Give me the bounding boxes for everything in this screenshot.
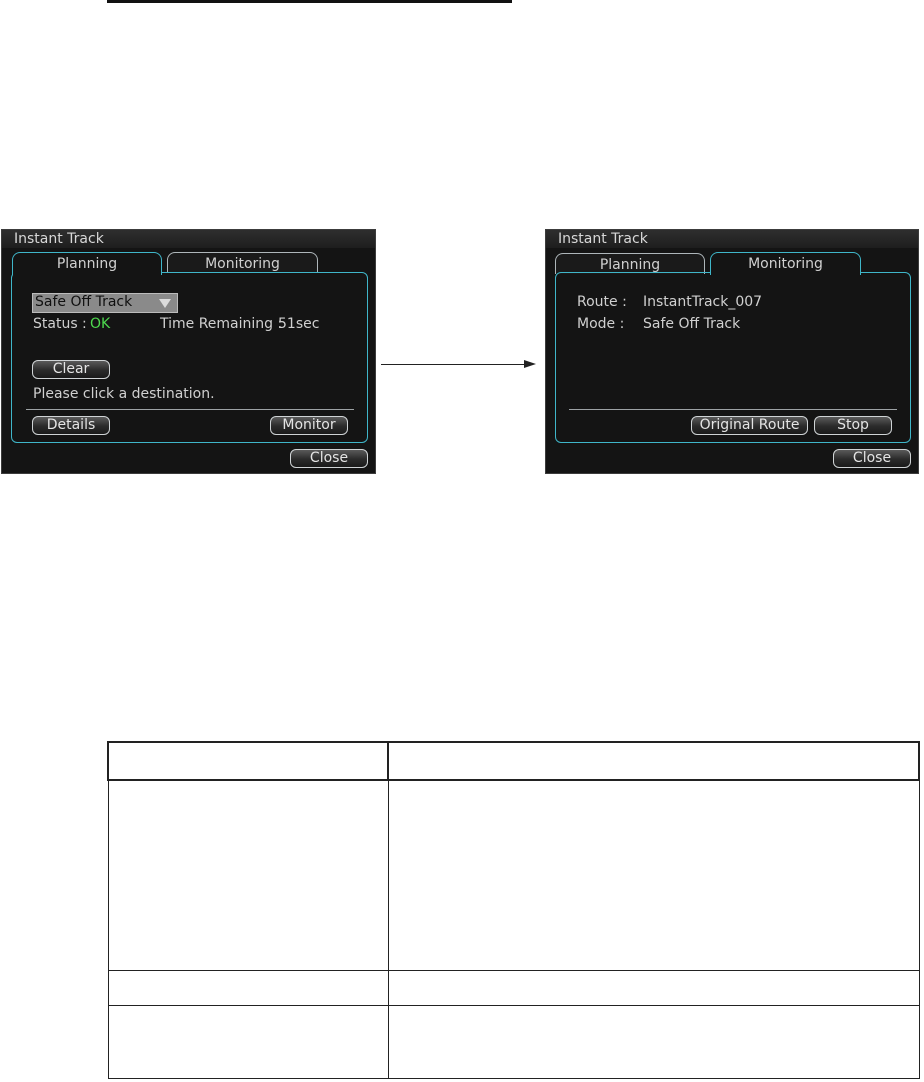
table-cell bbox=[107, 779, 389, 971]
close-button[interactable]: Close bbox=[833, 449, 911, 468]
tab-planning[interactable]: Planning bbox=[555, 253, 705, 274]
table-cell bbox=[387, 970, 920, 1006]
route-label: Route : bbox=[577, 294, 627, 310]
tab-planning[interactable]: Planning bbox=[12, 252, 162, 275]
original-route-button[interactable]: Original Route bbox=[691, 416, 808, 435]
table-cell bbox=[107, 741, 389, 781]
dialog-title: Instant Track bbox=[2, 230, 375, 248]
flow-arrow-line bbox=[381, 364, 529, 365]
table-cell bbox=[387, 1005, 920, 1079]
route-value: InstantTrack_007 bbox=[643, 294, 763, 310]
close-button[interactable]: Close bbox=[290, 449, 368, 468]
clear-button[interactable]: Clear bbox=[32, 360, 110, 379]
mode-select-value: Safe Off Track bbox=[35, 294, 133, 310]
tab-monitoring[interactable]: Monitoring bbox=[710, 252, 861, 275]
monitor-button[interactable]: Monitor bbox=[270, 416, 348, 435]
time-remaining-label: Time Remaining : bbox=[160, 316, 283, 332]
time-remaining-value: 51sec bbox=[278, 316, 320, 332]
table-cell bbox=[107, 1005, 389, 1079]
mode-label: Mode : bbox=[577, 316, 625, 332]
separator bbox=[569, 409, 897, 410]
details-button[interactable]: Details bbox=[32, 416, 110, 435]
arrow-right-icon bbox=[524, 360, 536, 368]
description-table bbox=[107, 741, 920, 1079]
instant-track-dialog-planning: Instant Track Planning Monitoring Safe O… bbox=[1, 229, 376, 474]
table-row bbox=[107, 1005, 920, 1079]
status-label: Status : bbox=[33, 316, 87, 332]
separator bbox=[26, 409, 354, 410]
table-cell bbox=[387, 779, 920, 971]
destination-hint: Please click a destination. bbox=[33, 386, 215, 402]
mode-select[interactable]: Safe Off Track bbox=[32, 293, 178, 313]
table-header-row bbox=[107, 741, 920, 781]
top-rule bbox=[107, 0, 512, 3]
dialog-title: Instant Track bbox=[546, 230, 918, 248]
status-value: OK bbox=[90, 316, 111, 332]
table-cell bbox=[107, 970, 389, 1006]
stop-button[interactable]: Stop bbox=[814, 416, 892, 435]
table-row bbox=[107, 779, 920, 971]
table-cell bbox=[387, 741, 920, 781]
table-row bbox=[107, 970, 920, 1006]
instant-track-dialog-monitoring: Instant Track Planning Monitoring Route … bbox=[545, 229, 919, 474]
mode-value: Safe Off Track bbox=[643, 316, 741, 332]
chevron-down-icon bbox=[159, 299, 171, 308]
tab-monitoring[interactable]: Monitoring bbox=[167, 252, 318, 273]
